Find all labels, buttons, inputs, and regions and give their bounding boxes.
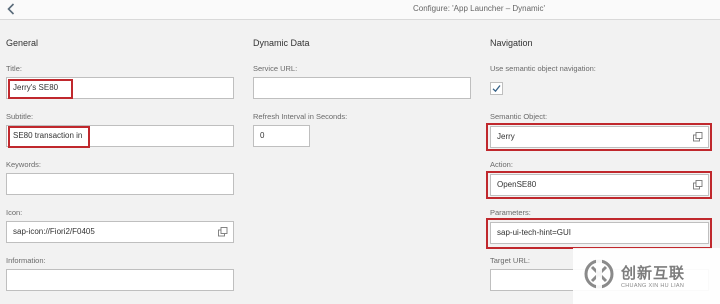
section-title-navigation: Navigation [490, 38, 533, 48]
watermark-logo-icon [584, 258, 614, 290]
watermark: 创新互联 CHUANG XIN HU LIAN [573, 248, 720, 304]
title-label: Title: [6, 64, 22, 73]
semantic-navigation-label: Use semantic object navigation: [490, 64, 596, 73]
information-label: Information: [6, 256, 46, 265]
watermark-text: 创新互联 [621, 265, 686, 282]
value-help-icon[interactable] [693, 180, 703, 190]
action-input[interactable]: OpenSE80 [490, 174, 709, 196]
semantic-object-label: Semantic Object: [490, 112, 548, 121]
semantic-navigation-checkbox[interactable] [490, 82, 503, 95]
parameters-input[interactable]: sap-ui-tech-hint=GUI [490, 222, 709, 244]
back-button[interactable] [4, 2, 18, 16]
header-bar: Configure: 'App Launcher – Dynamic' [0, 0, 720, 20]
target-url-label: Target URL: [490, 256, 531, 265]
page-title: Configure: 'App Launcher – Dynamic' [413, 4, 546, 13]
title-input[interactable]: Jerry's SE80 [6, 77, 234, 99]
icon-input-value: sap-icon://Fiori2/F0405 [13, 227, 95, 236]
subtitle-label: Subtitle: [6, 112, 34, 121]
section-title-general: General [6, 38, 39, 48]
keywords-input[interactable] [6, 173, 234, 195]
chevron-left-icon [7, 3, 15, 15]
value-help-icon[interactable] [693, 132, 703, 142]
subtitle-input[interactable]: SE80 transaction in [6, 125, 234, 147]
keywords-label: Keywords: [6, 160, 42, 169]
parameters-label: Parameters: [490, 208, 531, 217]
action-label: Action: [490, 160, 513, 169]
icon-label: Icon: [6, 208, 23, 217]
information-input[interactable] [6, 269, 234, 291]
value-help-icon[interactable] [218, 227, 228, 237]
section-title-dynamic-data: Dynamic Data [253, 38, 310, 48]
watermark-subtext: CHUANG XIN HU LIAN [621, 283, 685, 289]
refresh-interval-input[interactable]: 0 [253, 125, 310, 147]
action-value: OpenSE80 [497, 180, 537, 189]
icon-input[interactable]: sap-icon://Fiori2/F0405 [6, 221, 234, 243]
checkmark-icon [492, 85, 501, 93]
semantic-object-input[interactable]: Jerry [490, 126, 709, 148]
service-url-input[interactable] [253, 77, 471, 99]
service-url-label: Service URL: [253, 64, 298, 73]
semantic-object-value: Jerry [497, 132, 515, 141]
refresh-interval-label: Refresh Interval in Seconds: [253, 112, 348, 121]
